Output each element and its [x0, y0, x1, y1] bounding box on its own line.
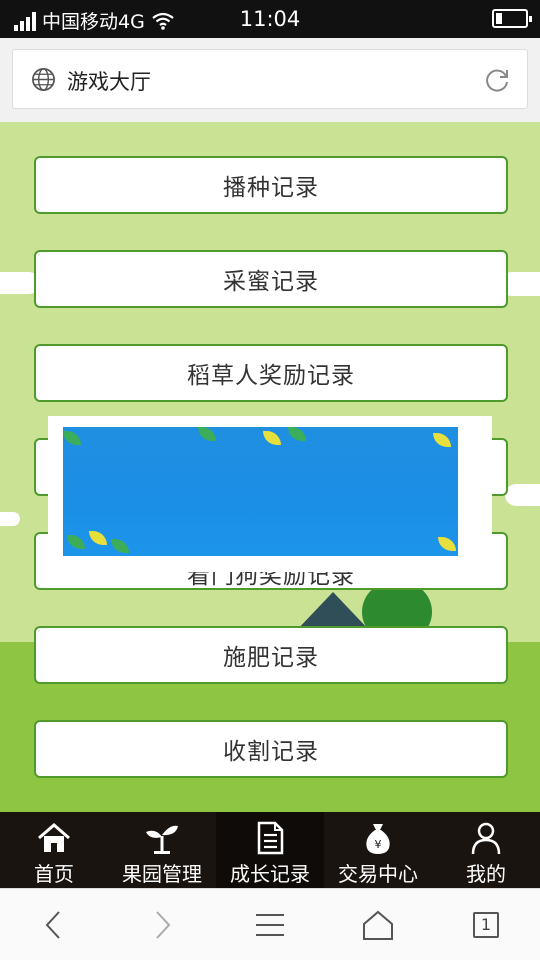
- document-icon: [257, 821, 284, 855]
- fertilize-records-button[interactable]: 施肥记录: [34, 626, 508, 684]
- home-icon: [38, 823, 70, 852]
- chevron-left-icon: [45, 910, 60, 939]
- leaf-decoration: [438, 537, 456, 551]
- globe-icon: [32, 68, 55, 91]
- honey-records-button[interactable]: 采蜜记录: [34, 250, 508, 308]
- tab-home-label: 首页: [34, 862, 74, 886]
- browser-toolbar: 1: [0, 888, 540, 960]
- leaf-decoration: [288, 427, 306, 441]
- cloud-decoration: [0, 512, 20, 526]
- money-bag-icon: ¥: [366, 824, 390, 854]
- scarecrow-reward-records-button[interactable]: 稻草人奖励记录: [34, 344, 508, 402]
- cloud-decoration: [505, 484, 540, 506]
- status-bar: 中国移动4G 11:04: [0, 0, 540, 38]
- tab-orchard-label: 果园管理: [122, 862, 202, 886]
- ad-banner-image[interactable]: [63, 427, 458, 556]
- page-title: 游戏大厅: [67, 70, 151, 94]
- home-button[interactable]: [324, 889, 432, 960]
- house-outline-icon: [363, 910, 393, 940]
- tab-growth-records-label: 成长记录: [230, 862, 310, 886]
- leaf-decoration: [433, 433, 451, 447]
- tab-trading-center[interactable]: ¥ 交易中心: [324, 812, 432, 888]
- refresh-icon[interactable]: [483, 66, 511, 94]
- tab-home[interactable]: 首页: [0, 812, 108, 888]
- leaf-decoration: [63, 431, 81, 445]
- tabs-button[interactable]: 1: [432, 889, 540, 960]
- sprout-icon: [146, 825, 178, 854]
- leaf-decoration: [67, 535, 85, 549]
- leaf-decoration: [263, 431, 281, 445]
- harvest-records-button[interactable]: 收割记录: [34, 720, 508, 778]
- hamburger-icon: [256, 913, 284, 936]
- clock: 11:04: [239, 7, 301, 31]
- leaf-decoration: [111, 539, 129, 553]
- tab-mine-label: 我的: [466, 862, 506, 886]
- tab-count: 1: [473, 911, 499, 938]
- battery-icon: [492, 9, 532, 28]
- bottom-tab-bar: 首页 果园管理 成长记录 ¥ 交易中心 我的: [0, 812, 540, 888]
- chevron-right-icon: [156, 910, 171, 939]
- forward-button[interactable]: [108, 889, 216, 960]
- address-bar[interactable]: 游戏大厅: [12, 49, 528, 109]
- tab-growth-records[interactable]: 成长记录: [216, 812, 324, 888]
- ad-banner[interactable]: [48, 416, 492, 572]
- sowing-records-button[interactable]: 播种记录: [34, 156, 508, 214]
- user-icon: [471, 822, 501, 855]
- tab-orchard[interactable]: 果园管理: [108, 812, 216, 888]
- back-button[interactable]: [0, 889, 108, 960]
- svg-text:¥: ¥: [375, 838, 382, 851]
- tab-trading-center-label: 交易中心: [338, 862, 418, 886]
- leaf-decoration: [89, 531, 107, 545]
- menu-button[interactable]: [216, 889, 324, 960]
- address-bar-container: 游戏大厅: [0, 38, 540, 122]
- leaf-decoration: [198, 427, 216, 441]
- tab-mine[interactable]: 我的: [432, 812, 540, 888]
